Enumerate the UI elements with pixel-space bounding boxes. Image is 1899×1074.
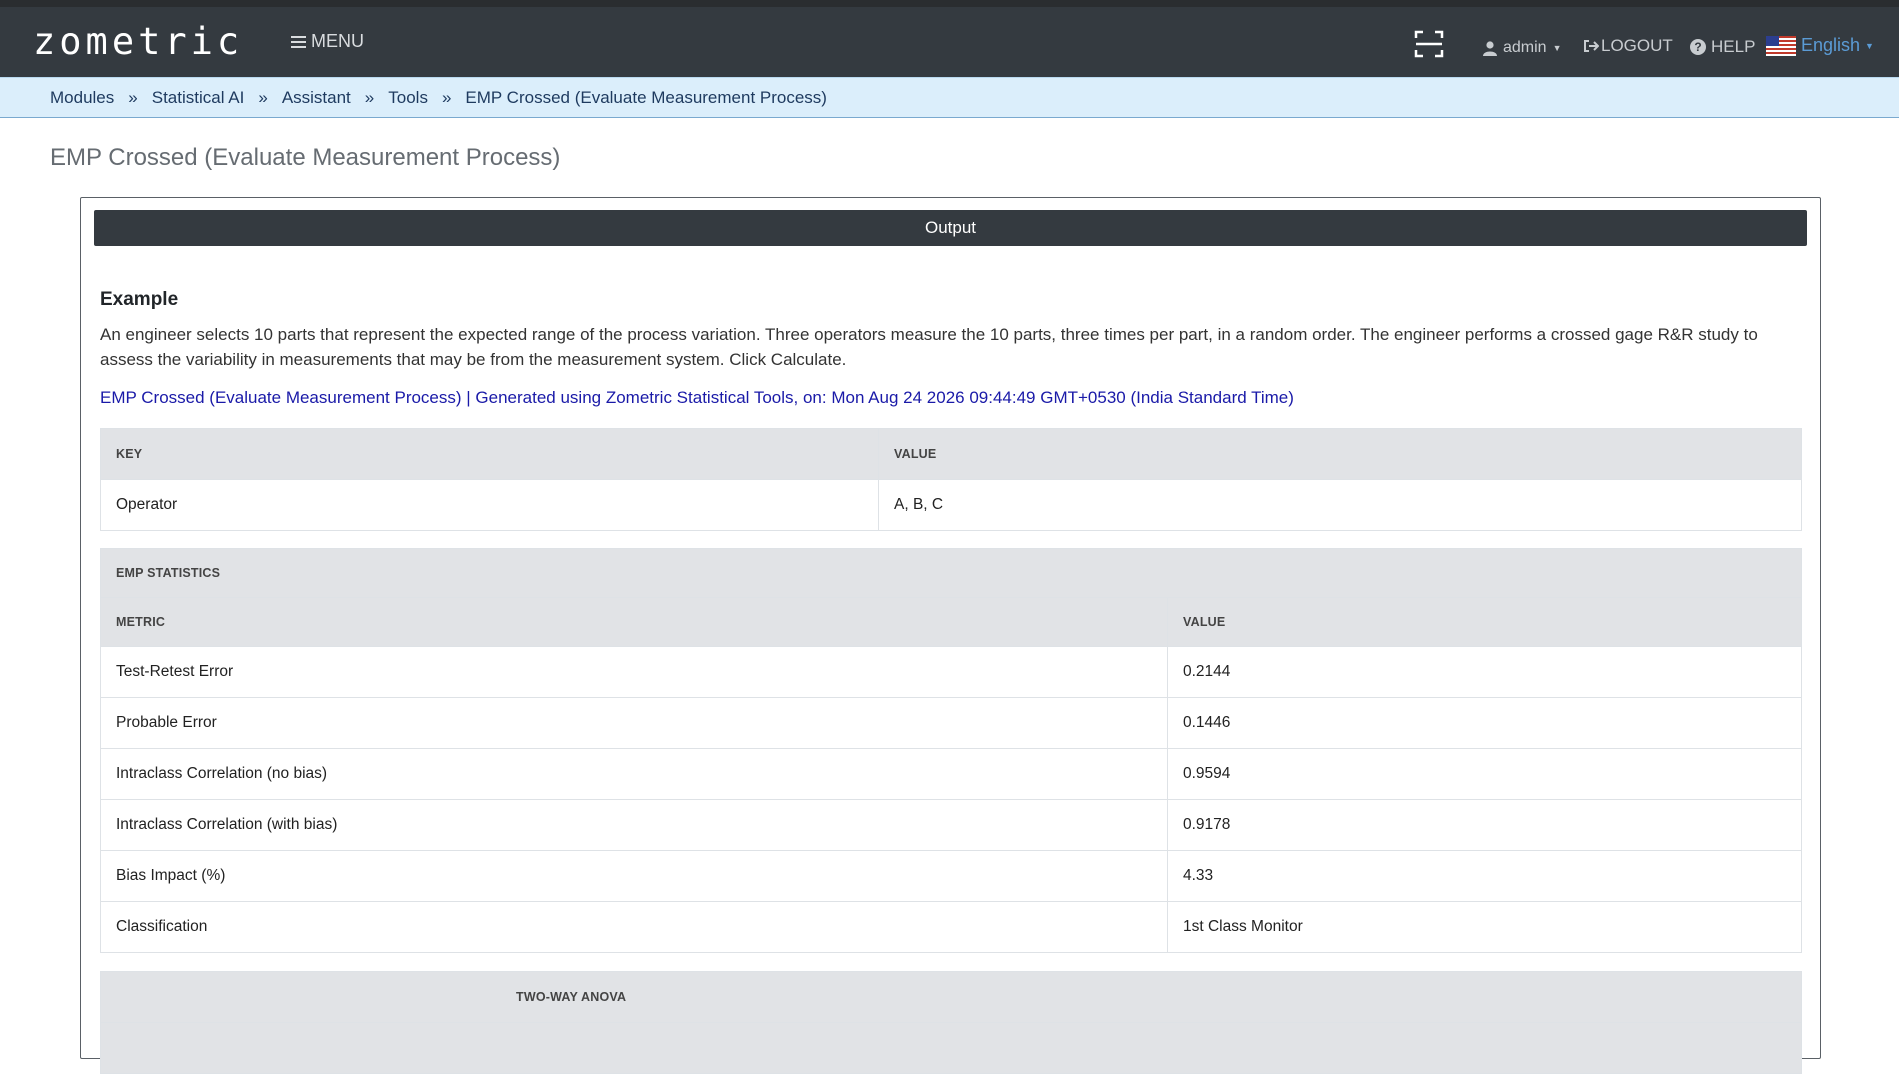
- table-row: Intraclass Correlation (with bias) 0.917…: [100, 799, 1802, 851]
- menu-button[interactable]: MENU: [291, 31, 364, 52]
- table-header-row: METRIC VALUE: [100, 597, 1802, 647]
- table-header-placeholder: [100, 1022, 1802, 1074]
- table-row: Test-Retest Error 0.2144: [100, 646, 1802, 698]
- zometric-logo[interactable]: zometric: [33, 20, 243, 63]
- help-button[interactable]: ? HELP: [1690, 37, 1755, 57]
- logout-button[interactable]: LOGOUT: [1583, 36, 1673, 56]
- breadcrumb-modules[interactable]: Modules: [50, 88, 114, 108]
- table-cell: 0.2144: [1167, 646, 1802, 698]
- column-header-key: KEY: [100, 428, 879, 480]
- table-cell: 0.9594: [1167, 748, 1802, 800]
- scan-icon[interactable]: [1414, 29, 1444, 64]
- top-strip: [0, 0, 1899, 7]
- table-cell: Bias Impact (%): [100, 850, 1168, 902]
- table-header-row: [100, 1022, 1802, 1074]
- language-selector[interactable]: English ▼: [1766, 35, 1874, 56]
- example-heading: Example: [100, 289, 179, 310]
- column-header-value: VALUE: [878, 428, 1802, 480]
- breadcrumb-tools[interactable]: Tools: [388, 88, 428, 108]
- table-title-row: TWO-WAY ANOVA: [100, 971, 1802, 1023]
- chevron-down-icon: ▼: [1552, 43, 1562, 53]
- column-header-value: VALUE: [1167, 597, 1802, 647]
- breadcrumb-separator: »: [258, 87, 268, 107]
- user-menu[interactable]: admin ▼: [1483, 39, 1562, 57]
- table-cell: 1st Class Monitor: [1167, 901, 1802, 953]
- output-header: Output: [94, 210, 1807, 246]
- language-label: English: [1801, 35, 1861, 55]
- generated-line: EMP Crossed (Evaluate Measurement Proces…: [100, 388, 1294, 407]
- table-row: Intraclass Correlation (no bias) 0.9594: [100, 748, 1802, 800]
- question-icon: ?: [1690, 39, 1706, 55]
- table-cell: Operator: [100, 479, 879, 531]
- breadcrumb: Modules » Statistical AI » Assistant » T…: [0, 77, 1899, 118]
- breadcrumb-statistical-ai[interactable]: Statistical AI: [152, 88, 245, 108]
- table-cell: Test-Retest Error: [100, 646, 1168, 698]
- breadcrumb-assistant[interactable]: Assistant: [282, 88, 351, 108]
- key-value-table: KEY VALUE Operator A, B, C: [100, 428, 1802, 531]
- breadcrumb-current[interactable]: EMP Crossed (Evaluate Measurement Proces…: [465, 88, 827, 108]
- table-cell: Probable Error: [100, 697, 1168, 749]
- user-label: admin: [1503, 39, 1547, 56]
- emp-statistics-table: EMP STATISTICS METRIC VALUE Test-Retest …: [100, 548, 1802, 953]
- menu-label: MENU: [311, 31, 364, 51]
- page-title: EMP Crossed (Evaluate Measurement Proces…: [50, 144, 561, 171]
- table-cell: 0.9178: [1167, 799, 1802, 851]
- breadcrumb-separator: »: [128, 87, 138, 107]
- table-row: Operator A, B, C: [100, 479, 1802, 531]
- logout-icon: [1584, 40, 1599, 52]
- logout-label: LOGOUT: [1601, 36, 1673, 55]
- table-cell: 4.33: [1167, 850, 1802, 902]
- table-title-row: EMP STATISTICS: [100, 548, 1802, 598]
- table-row: Bias Impact (%) 4.33: [100, 850, 1802, 902]
- two-way-anova-table: TWO-WAY ANOVA: [100, 971, 1802, 1074]
- hamburger-icon: [291, 33, 306, 51]
- breadcrumb-separator: »: [441, 87, 452, 107]
- table-header-row: KEY VALUE: [100, 428, 1802, 480]
- us-flag-icon: [1766, 35, 1796, 56]
- table-row: Classification 1st Class Monitor: [100, 901, 1802, 953]
- table-cell: A, B, C: [878, 479, 1802, 531]
- user-icon: [1483, 40, 1497, 56]
- table-cell: Intraclass Correlation (no bias): [100, 748, 1168, 800]
- table-row: Probable Error 0.1446: [100, 697, 1802, 749]
- table-cell: Intraclass Correlation (with bias): [100, 799, 1168, 851]
- help-label: HELP: [1711, 37, 1756, 56]
- breadcrumb-separator: »: [364, 87, 375, 107]
- column-header-metric: METRIC: [100, 597, 1168, 647]
- table-title: TWO-WAY ANOVA: [100, 971, 1802, 1023]
- chevron-down-icon: ▼: [1865, 40, 1874, 51]
- output-card: Output Example An engineer selects 10 pa…: [80, 197, 1821, 1074]
- example-description: An engineer selects 10 parts that repres…: [100, 325, 1758, 369]
- navbar: zometric MENU admin ▼ LOGOUT ? HELP Engl…: [0, 7, 1899, 77]
- table-cell: Classification: [100, 901, 1168, 953]
- table-cell: 0.1446: [1167, 697, 1802, 749]
- table-title: EMP STATISTICS: [100, 548, 1802, 598]
